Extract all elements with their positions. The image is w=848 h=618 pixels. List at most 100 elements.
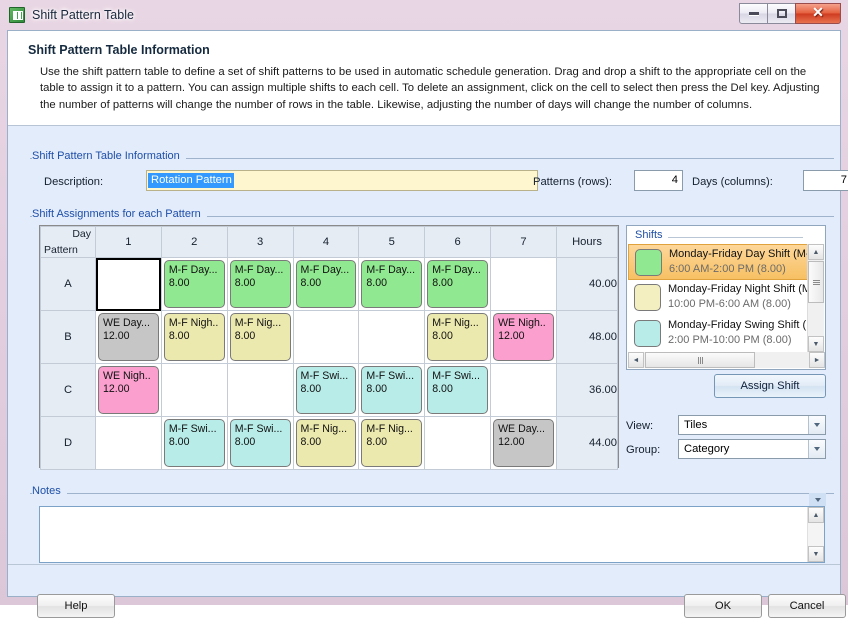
shift-tile[interactable]: M-F Swi... 8.00 bbox=[427, 366, 489, 414]
assign-shift-button[interactable]: Assign Shift bbox=[714, 374, 826, 398]
shift-tile[interactable]: M-F Nig... 8.00 bbox=[427, 313, 489, 361]
shifts-list[interactable]: Monday-Friday Day Shift (M- 6:00 AM-2:00 … bbox=[628, 244, 809, 352]
grid-cell-C-4[interactable]: M-F Swi... 8.00 bbox=[292, 363, 360, 417]
grid-cell-D-4[interactable]: M-F Nig... 8.00 bbox=[292, 416, 360, 470]
scrollbar-thumb[interactable] bbox=[808, 261, 824, 303]
help-button[interactable]: Help bbox=[37, 594, 115, 618]
scroll-left-icon[interactable]: ◄ bbox=[628, 352, 644, 368]
grid-cell-D-1[interactable] bbox=[95, 416, 162, 470]
grid-cell-D-6[interactable] bbox=[424, 416, 492, 470]
notes-vertical-scrollbar[interactable]: ▲ ▼ bbox=[807, 507, 824, 562]
grid-cell-A-3[interactable]: M-F Day... 8.00 bbox=[226, 257, 294, 311]
shift-tile[interactable]: WE Nigh.. 12.00 bbox=[493, 313, 554, 361]
shift-tile-hours: 8.00 bbox=[168, 277, 190, 289]
shift-tile[interactable]: M-F Day... 8.00 bbox=[163, 260, 225, 308]
shift-tile[interactable]: M-F Swi... 8.00 bbox=[361, 366, 423, 414]
minimize-button[interactable] bbox=[739, 3, 768, 24]
shift-tile-name: M-F Day... bbox=[168, 264, 218, 276]
day-header-4[interactable]: 4 bbox=[292, 226, 360, 258]
shift-tile[interactable]: WE Day... 12.00 bbox=[493, 419, 554, 467]
day-header-2[interactable]: 2 bbox=[160, 226, 228, 258]
chevron-down-icon[interactable] bbox=[808, 440, 825, 458]
view-select[interactable]: Tiles bbox=[678, 415, 826, 435]
grid-cell-D-3[interactable]: M-F Swi... 8.00 bbox=[226, 416, 294, 470]
maximize-button[interactable] bbox=[767, 3, 796, 24]
grid-cell-B-3[interactable]: M-F Nig... 8.00 bbox=[226, 310, 294, 364]
cancel-button[interactable]: Cancel bbox=[768, 594, 846, 618]
shift-tile-hours: 12.00 bbox=[103, 330, 130, 342]
shift-tile-name: M-F Swi... bbox=[300, 370, 349, 382]
shift-tile[interactable]: M-F Day... 8.00 bbox=[427, 260, 489, 308]
shift-list-item[interactable]: Monday-Friday Day Shift (M- 6:00 AM-2:00 … bbox=[628, 244, 809, 280]
instructions-panel: Shift Pattern Table Information Use the … bbox=[8, 31, 840, 127]
grid-cell-A-5[interactable]: M-F Day... 8.00 bbox=[358, 257, 426, 311]
grid-cell-C-3[interactable] bbox=[226, 363, 294, 417]
grid-cell-D-5[interactable]: M-F Nig... 8.00 bbox=[358, 416, 426, 470]
grid-cell-C-5[interactable]: M-F Swi... 8.00 bbox=[358, 363, 426, 417]
day-header-5[interactable]: 5 bbox=[358, 226, 426, 258]
day-header-7[interactable]: 7 bbox=[490, 226, 557, 258]
grid-cell-A-4[interactable]: M-F Day... 8.00 bbox=[292, 257, 360, 311]
shift-tile[interactable]: M-F Day... 8.00 bbox=[295, 260, 357, 308]
grid-cell-A-6[interactable]: M-F Day... 8.00 bbox=[424, 257, 492, 311]
scroll-down-icon[interactable]: ▼ bbox=[808, 546, 824, 562]
chevron-down-icon[interactable] bbox=[808, 416, 825, 434]
window-controls: ✕ bbox=[739, 3, 841, 24]
grid-cell-A-1[interactable] bbox=[95, 257, 162, 311]
table-row: A M-F Day... 8.00 M-F Day... 8.00 M-F Day... 8… bbox=[40, 257, 618, 311]
shift-pattern-grid[interactable]: Day Pattern 1 2 3 4 5 6 7 Hours A M-F Da… bbox=[39, 225, 619, 470]
grid-cell-C-6[interactable]: M-F Swi... 8.00 bbox=[424, 363, 492, 417]
shifts-vertical-scrollbar[interactable]: ▲ ▼ bbox=[807, 244, 824, 352]
group-select[interactable]: Category bbox=[678, 439, 826, 459]
grid-cell-B-2[interactable]: M-F Nigh.. 8.00 bbox=[160, 310, 228, 364]
shift-list-item[interactable]: Monday-Friday Night Shift (M 10:00 PM-6:0… bbox=[628, 280, 809, 316]
shift-list-item[interactable]: Monday-Friday Swing Shift (N 2:00 PM-10:0… bbox=[628, 316, 809, 352]
days-columns-input[interactable]: 7 bbox=[803, 170, 848, 191]
title-bar: Shift Pattern Table ✕ bbox=[0, 0, 848, 30]
grid-cell-A-2[interactable]: M-F Day... 8.00 bbox=[160, 257, 228, 311]
close-button[interactable]: ✕ bbox=[795, 3, 841, 24]
shift-tile[interactable]: M-F Swi... 8.00 bbox=[229, 419, 291, 467]
grid-cell-B-5[interactable] bbox=[358, 310, 426, 364]
grid-cell-C-7[interactable] bbox=[490, 363, 557, 417]
notes-textarea[interactable]: ▲ ▼ bbox=[39, 506, 825, 563]
scroll-up-icon[interactable]: ▲ bbox=[808, 244, 824, 260]
grid-cell-C-1[interactable]: WE Nigh.. 12.00 bbox=[95, 363, 162, 417]
shift-tile-hours: 8.00 bbox=[168, 330, 190, 342]
shift-time: 6:00 AM-2:00 PM (8.00) bbox=[669, 263, 786, 275]
shift-tile[interactable]: M-F Day... 8.00 bbox=[361, 260, 423, 308]
dialog-body: Shift Pattern Table Information Use the … bbox=[7, 30, 848, 618]
grid-cell-D-7[interactable]: WE Day... 12.00 bbox=[490, 416, 557, 470]
shift-tile[interactable]: M-F Nig... 8.00 bbox=[229, 313, 291, 361]
footer-divider bbox=[8, 564, 840, 565]
ok-button[interactable]: OK bbox=[684, 594, 762, 618]
grid-cell-B-7[interactable]: WE Nigh.. 12.00 bbox=[490, 310, 557, 364]
shift-tile[interactable]: WE Nigh.. 12.00 bbox=[98, 366, 159, 414]
shifts-horizontal-scrollbar[interactable]: ◄ ► bbox=[628, 352, 825, 368]
shift-tile[interactable]: M-F Swi... 8.00 bbox=[295, 366, 357, 414]
notes-dropdown-icon[interactable] bbox=[809, 493, 826, 506]
grid-cell-C-2[interactable] bbox=[160, 363, 228, 417]
grid-cell-A-7[interactable] bbox=[490, 257, 557, 311]
day-header-3[interactable]: 3 bbox=[226, 226, 294, 258]
shift-tile[interactable]: M-F Nigh.. 8.00 bbox=[163, 313, 225, 361]
shift-tile[interactable]: M-F Day... 8.00 bbox=[229, 260, 291, 308]
grid-cell-D-2[interactable]: M-F Swi... 8.00 bbox=[160, 416, 228, 470]
shift-tile[interactable]: M-F Nig... 8.00 bbox=[295, 419, 357, 467]
shifts-panel-legend: Shifts bbox=[635, 229, 668, 241]
scroll-right-icon[interactable]: ► bbox=[809, 352, 825, 368]
scroll-down-icon[interactable]: ▼ bbox=[808, 336, 824, 352]
scroll-up-icon[interactable]: ▲ bbox=[808, 507, 824, 523]
grid-cell-B-4[interactable] bbox=[292, 310, 360, 364]
shift-tile[interactable]: M-F Swi... 8.00 bbox=[163, 419, 225, 467]
shift-tile[interactable]: M-F Nig... 8.00 bbox=[361, 419, 423, 467]
grid-cell-B-1[interactable]: WE Day... 12.00 bbox=[95, 310, 162, 364]
hscrollbar-thumb[interactable] bbox=[645, 352, 755, 368]
shift-tile[interactable]: WE Day... 12.00 bbox=[98, 313, 159, 361]
day-header-6[interactable]: 6 bbox=[424, 226, 492, 258]
day-header-1[interactable]: 1 bbox=[95, 226, 162, 258]
shift-tile-name: M-F Swi... bbox=[366, 370, 415, 382]
grid-cell-B-6[interactable]: M-F Nig... 8.00 bbox=[424, 310, 492, 364]
patterns-rows-input[interactable]: 4 bbox=[634, 170, 683, 191]
description-input[interactable]: Rotation Pattern bbox=[146, 170, 538, 191]
